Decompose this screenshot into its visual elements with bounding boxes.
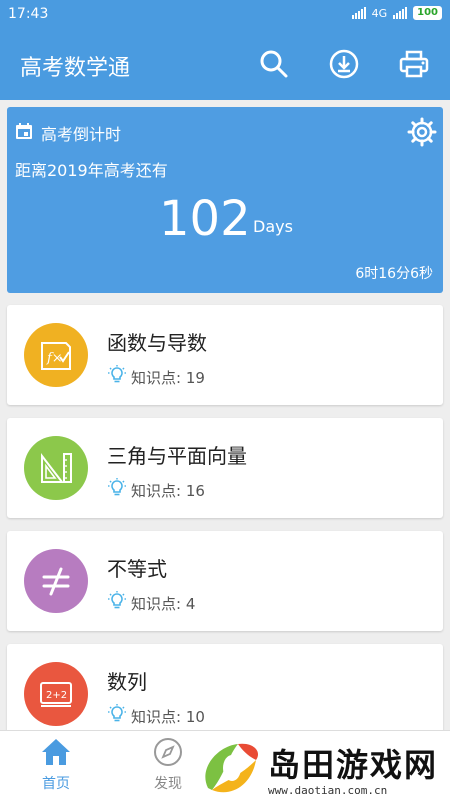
app-bar: 高考数学通 <box>0 30 450 100</box>
watermark: 岛田游戏网 www.daotian.com.cn <box>198 738 450 800</box>
nav-home[interactable]: 首页 <box>26 737 86 793</box>
signal-icon-2 <box>393 7 408 19</box>
topic-points-label: 知识点: 16 <box>131 481 205 500</box>
topic-card-trig-vectors[interactable]: 三角与平面向量 知识点: 16 <box>7 418 443 518</box>
home-icon <box>40 739 72 771</box>
status-time: 17:43 <box>8 6 49 22</box>
countdown-days: 102 <box>159 191 251 247</box>
topic-name: 三角与平面向量 <box>107 444 247 468</box>
topic-points: 知识点: 19 <box>107 365 205 389</box>
topic-name: 数列 <box>107 670 147 694</box>
lightbulb-icon <box>107 365 127 389</box>
app-title: 高考数学通 <box>20 56 131 81</box>
topic-points-label: 知识点: 10 <box>131 707 205 726</box>
search-icon[interactable] <box>258 48 290 80</box>
topic-card-sequences[interactable]: 2+2 数列 知识点: 10 <box>7 644 443 744</box>
not-equal-icon <box>24 549 88 613</box>
status-bar: 17:43 4G 100 <box>0 0 450 30</box>
lightbulb-icon <box>107 704 127 728</box>
countdown-card: 高考倒计时 距离2019年高考还有 102 Days 6时16分6秒 <box>7 107 443 293</box>
download-icon[interactable] <box>328 48 360 80</box>
topic-points: 知识点: 10 <box>107 704 205 728</box>
watermark-url: www.daotian.com.cn <box>268 784 388 797</box>
nav-discover-label: 发现 <box>154 776 182 792</box>
topic-points-label: 知识点: 19 <box>131 368 205 387</box>
countdown-days-unit: Days <box>253 217 293 236</box>
topic-card-inequalities[interactable]: 不等式 知识点: 4 <box>7 531 443 631</box>
lightbulb-icon <box>107 478 127 502</box>
svg-text:2+2: 2+2 <box>46 690 67 701</box>
topic-points-label: 知识点: 4 <box>131 594 196 613</box>
blackboard-icon: 2+2 <box>24 662 88 726</box>
watermark-title: 岛田游戏网 <box>268 746 439 784</box>
signal-icon <box>351 7 366 19</box>
nav-discover[interactable]: 发现 <box>138 737 198 793</box>
calendar-icon <box>15 122 33 144</box>
fx-icon: f× <box>24 323 88 387</box>
print-icon[interactable] <box>398 48 430 80</box>
countdown-remaining: 6时16分6秒 <box>355 266 433 282</box>
topic-card-functions[interactable]: f× 函数与导数 知识点: 19 <box>7 305 443 405</box>
ruler-triangle-icon <box>24 436 88 500</box>
countdown-subtitle: 距离2019年高考还有 <box>15 161 168 180</box>
status-icons: 4G 100 <box>351 6 442 20</box>
topic-points: 知识点: 4 <box>107 591 195 615</box>
nav-home-label: 首页 <box>42 776 70 792</box>
compass-icon <box>153 738 183 771</box>
lightbulb-icon <box>107 591 127 615</box>
topic-name: 函数与导数 <box>107 331 207 355</box>
battery-icon: 100 <box>413 6 442 20</box>
countdown-header: 高考倒计时 <box>15 121 121 145</box>
network-label: 4G <box>371 6 388 20</box>
countdown-title: 高考倒计时 <box>41 125 122 144</box>
topic-name: 不等式 <box>107 557 167 581</box>
topic-points: 知识点: 16 <box>107 478 205 502</box>
gear-icon[interactable] <box>407 117 437 147</box>
